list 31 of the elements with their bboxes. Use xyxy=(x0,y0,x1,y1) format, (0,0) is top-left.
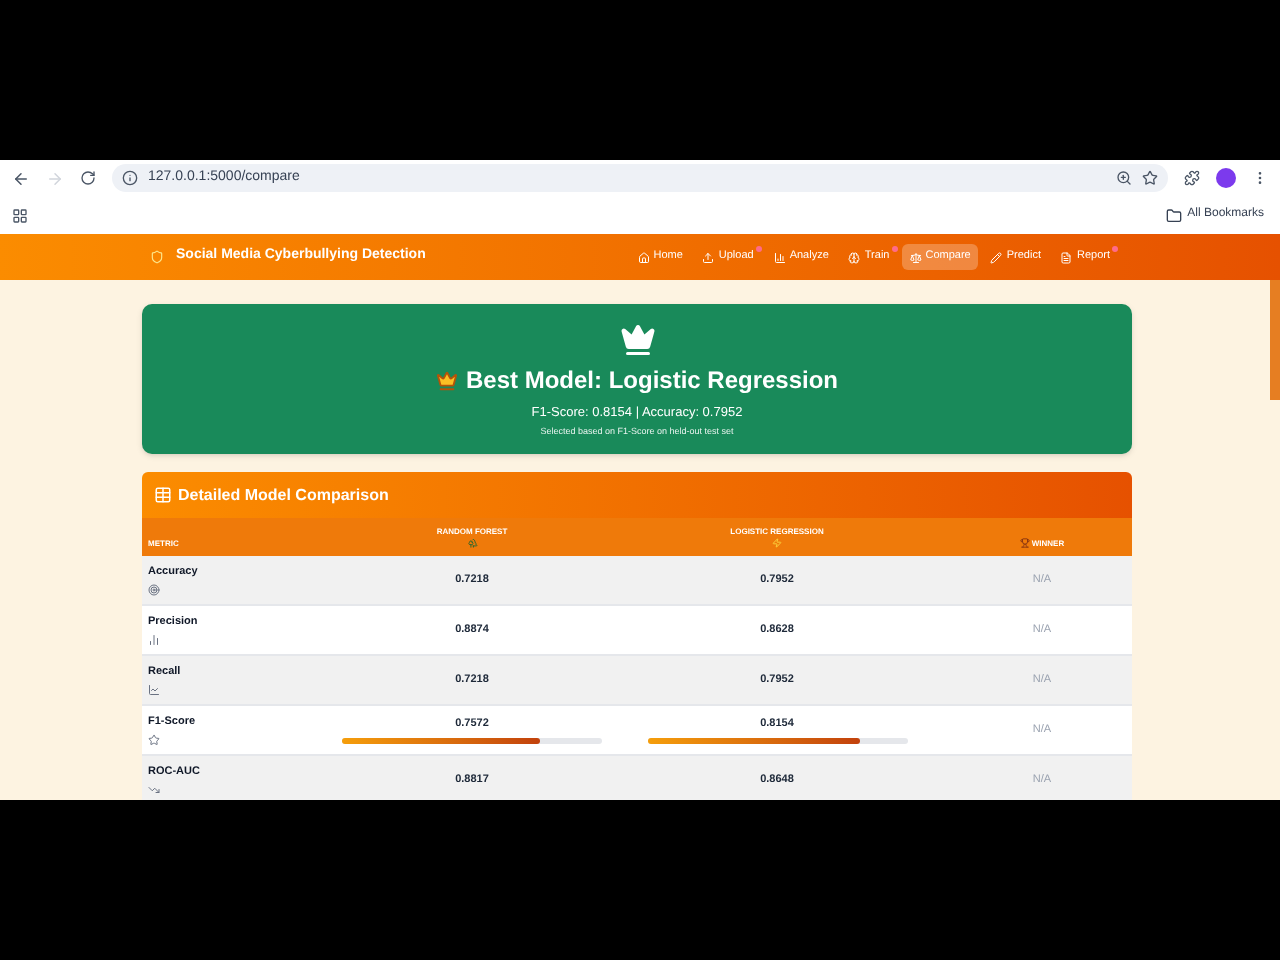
crown-icon xyxy=(435,369,458,391)
back-icon[interactable] xyxy=(12,169,30,187)
metric-icon xyxy=(148,584,160,597)
bookmark-star-icon[interactable] xyxy=(1142,170,1158,186)
trophy-icon xyxy=(1019,538,1030,548)
comparison-title: Detailed Model Comparison xyxy=(178,483,389,507)
lightning-icon xyxy=(772,538,782,548)
zoom-icon[interactable] xyxy=(1116,170,1132,186)
bar-chart-icon xyxy=(773,251,786,263)
info-icon[interactable] xyxy=(122,170,138,186)
metric-icon xyxy=(148,734,160,747)
apps-icon[interactable] xyxy=(12,207,28,223)
metric-icon xyxy=(148,784,160,797)
home-icon xyxy=(637,251,650,263)
tree-icon xyxy=(467,538,477,548)
folder-icon xyxy=(1165,207,1182,223)
brain-icon xyxy=(848,251,861,263)
best-model-title: Best Model: Logistic Regression xyxy=(465,364,839,398)
document-icon xyxy=(1060,251,1073,263)
upload-icon xyxy=(702,251,715,263)
scrollbar-thumb[interactable] xyxy=(1270,280,1280,400)
profile-avatar[interactable] xyxy=(1216,168,1236,188)
table-icon xyxy=(154,486,172,504)
scale-icon xyxy=(909,251,922,263)
shield-icon xyxy=(150,250,164,264)
extensions-icon[interactable] xyxy=(1184,170,1200,186)
metric-icon xyxy=(148,634,160,647)
pencil-icon xyxy=(990,251,1003,263)
reload-icon[interactable] xyxy=(80,170,96,186)
crown-icon xyxy=(619,322,655,358)
metric-icon xyxy=(148,684,160,697)
